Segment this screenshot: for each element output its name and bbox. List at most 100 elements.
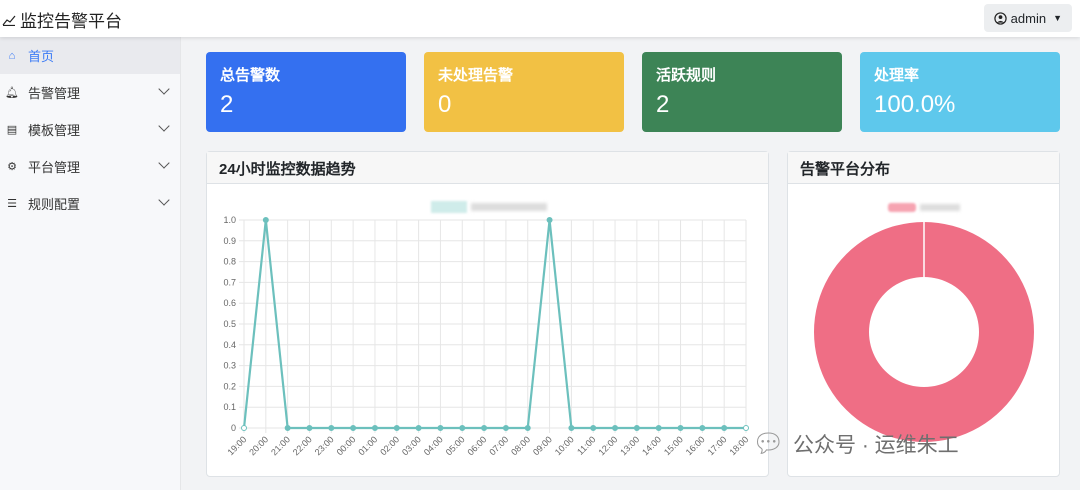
user-menu-button[interactable]: admin ▼ bbox=[983, 4, 1072, 32]
card-value: 2 bbox=[656, 91, 670, 118]
data-point bbox=[546, 217, 553, 223]
x-tick-label: 10:00 bbox=[553, 434, 576, 457]
card-value: 100.0% bbox=[874, 91, 956, 118]
username: admin bbox=[1010, 10, 1047, 26]
panel-title: 24小时监控数据趋势 bbox=[207, 152, 768, 184]
x-tick-label: 12:00 bbox=[596, 434, 619, 457]
x-tick-label: 11:00 bbox=[575, 434, 598, 457]
sidebar: ⌂ 首页 🔔︎ 告警管理 ▤ 模板管理 ⚙ 平台管理 ☰ 规则配置 bbox=[0, 37, 181, 490]
trend-line-chart: 0 0.1 0.2 0.3 0.4 0.5 0.6 0.7 0.8 0.9 1.0 19:0020:0… bbox=[223, 201, 750, 457]
x-tick-label: 14:00 bbox=[640, 434, 663, 457]
data-point bbox=[437, 425, 444, 431]
data-point bbox=[721, 425, 728, 431]
y-tick-label: 0.1 bbox=[223, 402, 236, 412]
sidebar-item-label: 模板管理 bbox=[28, 123, 81, 138]
data-point bbox=[262, 217, 269, 223]
app-title: 监控告警平台 bbox=[20, 12, 122, 31]
x-tick-label: 15:00 bbox=[662, 434, 685, 457]
y-tick-label: 0.5 bbox=[223, 319, 236, 329]
watermark: 💬︎ 公众号 · 运维朱工 bbox=[752, 428, 959, 459]
chevron-down-icon bbox=[158, 157, 170, 169]
y-tick-label: 1.0 bbox=[223, 215, 236, 225]
legend-label-blurred bbox=[471, 203, 547, 211]
data-point bbox=[524, 425, 531, 431]
x-tick-label: 04:00 bbox=[422, 434, 445, 457]
x-tick-label: 17:00 bbox=[706, 434, 729, 457]
top-navbar: 监控告警平台 admin ▼ bbox=[0, 0, 1080, 37]
stat-card-unhandled: 未处理告警 0 bbox=[424, 52, 624, 132]
sidebar-item-alerts[interactable]: 🔔︎ 告警管理 bbox=[0, 74, 180, 111]
x-tick-label: 19:00 bbox=[225, 434, 248, 457]
data-point bbox=[612, 425, 619, 431]
x-tick-label: 16:00 bbox=[684, 434, 707, 457]
x-tick-label: 20:00 bbox=[247, 434, 270, 457]
legend-swatch bbox=[888, 203, 916, 212]
user-circle-icon bbox=[993, 11, 1007, 25]
stat-card-active-rules: 活跃规则 2 bbox=[642, 52, 842, 132]
list-icon: ☰ bbox=[7, 198, 17, 210]
x-tick-label: 22:00 bbox=[291, 434, 314, 457]
y-tick-label: 0.9 bbox=[223, 236, 236, 246]
brand[interactable]: 监控告警平台 bbox=[2, 7, 122, 32]
y-tick-label: 0 bbox=[231, 423, 236, 433]
x-tick-label: 06:00 bbox=[465, 434, 488, 457]
chart-line-icon bbox=[2, 15, 16, 26]
stat-card-total-alerts: 总告警数 2 bbox=[206, 52, 406, 132]
wechat-icon: 💬︎ bbox=[752, 428, 786, 458]
y-tick-label: 0.2 bbox=[223, 381, 236, 391]
sidebar-item-label: 首页 bbox=[28, 49, 55, 64]
gear-icon: ⚙ bbox=[7, 161, 17, 173]
x-tick-label: 05:00 bbox=[444, 434, 467, 457]
x-tick-label: 02:00 bbox=[378, 434, 401, 457]
data-point bbox=[241, 425, 247, 431]
document-icon: ▤ bbox=[6, 124, 18, 136]
card-value: 2 bbox=[220, 91, 234, 118]
card-value: 0 bbox=[438, 91, 452, 118]
data-point bbox=[328, 425, 335, 431]
x-tick-label: 13:00 bbox=[618, 434, 641, 457]
sidebar-item-label: 规则配置 bbox=[28, 197, 81, 212]
sidebar-item-platforms[interactable]: ⚙ 平台管理 bbox=[0, 148, 180, 185]
data-point bbox=[459, 425, 466, 431]
data-point bbox=[590, 425, 597, 431]
sidebar-item-rules[interactable]: ☰ 规则配置 bbox=[0, 185, 180, 222]
bell-icon: 🔔︎ bbox=[5, 87, 19, 99]
card-title: 活跃规则 bbox=[656, 67, 717, 84]
legend-swatch bbox=[431, 201, 467, 213]
caret-down-icon: ▼ bbox=[1053, 13, 1062, 23]
x-tick-label: 21:00 bbox=[269, 434, 292, 457]
sidebar-item-label: 平台管理 bbox=[28, 160, 81, 175]
data-point bbox=[502, 425, 509, 431]
data-point bbox=[677, 425, 684, 431]
y-tick-label: 0.6 bbox=[223, 298, 236, 308]
chevron-down-icon bbox=[158, 194, 170, 206]
trend-panel: 24小时监控数据趋势 0 0.1 0.2 0.3 0.4 0.5 0.6 0.7 0.8 0.9 1… bbox=[206, 151, 769, 477]
watermark-text: 公众号 · 运维朱工 bbox=[793, 433, 959, 457]
legend-label-blurred bbox=[920, 204, 960, 211]
data-point bbox=[699, 425, 706, 431]
x-tick-label: 01:00 bbox=[356, 434, 379, 457]
data-point bbox=[633, 425, 640, 431]
x-tick-label: 07:00 bbox=[487, 434, 510, 457]
data-point bbox=[415, 425, 422, 431]
data-point bbox=[350, 425, 357, 431]
sidebar-item-templates[interactable]: ▤ 模板管理 bbox=[0, 111, 180, 148]
data-point bbox=[306, 425, 313, 431]
x-tick-label: 23:00 bbox=[313, 434, 336, 457]
y-tick-label: 0.4 bbox=[223, 340, 236, 350]
chevron-down-icon bbox=[158, 83, 170, 95]
data-point bbox=[284, 425, 291, 431]
sidebar-item-home[interactable]: ⌂ 首页 bbox=[0, 37, 180, 74]
card-title: 总告警数 bbox=[220, 67, 281, 84]
sidebar-item-label: 告警管理 bbox=[28, 86, 81, 101]
panel-title: 告警平台分布 bbox=[788, 152, 1059, 184]
data-point bbox=[568, 425, 575, 431]
x-tick-label: 18:00 bbox=[727, 434, 750, 457]
data-point bbox=[371, 425, 378, 431]
y-tick-label: 0.3 bbox=[223, 361, 236, 371]
chevron-down-icon bbox=[158, 120, 170, 132]
data-point bbox=[393, 425, 400, 431]
card-title: 处理率 bbox=[874, 67, 920, 84]
y-tick-label: 0.7 bbox=[223, 277, 236, 287]
y-tick-label: 0.8 bbox=[223, 257, 236, 267]
